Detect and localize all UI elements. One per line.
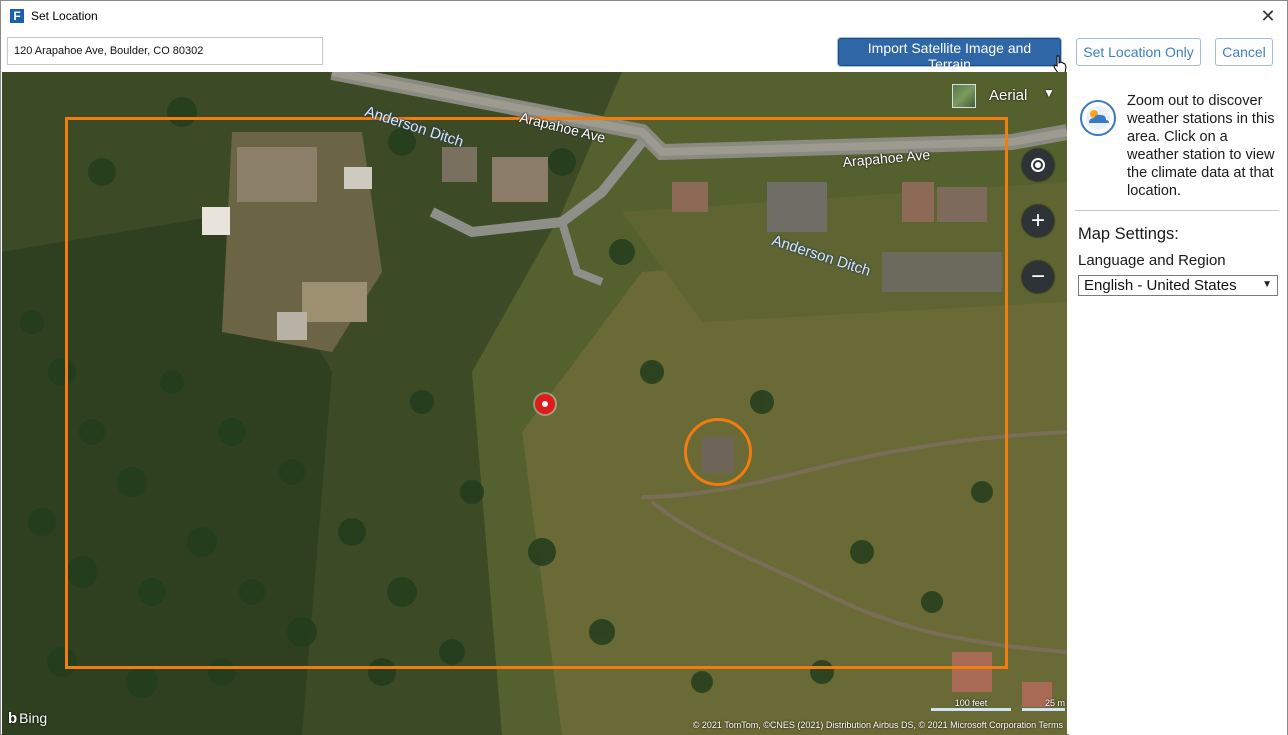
chevron-down-icon: ▼ [1043, 86, 1055, 100]
bing-logo: b Bing [8, 710, 47, 727]
set-location-only-button[interactable]: Set Location Only [1076, 38, 1201, 66]
map-type-label: Aerial [989, 87, 1028, 104]
side-panel: Zoom out to discover weather stations in… [1069, 72, 1287, 735]
divider [1075, 210, 1279, 211]
scale-bar-meters: 25 m [1022, 698, 1065, 711]
aerial-thumbnail-icon [952, 84, 976, 108]
locate-icon [1031, 158, 1045, 172]
location-pin-icon[interactable] [535, 394, 555, 414]
close-icon[interactable]: ✕ [1255, 4, 1281, 28]
language-region-label: Language and Region [1078, 252, 1226, 269]
bing-logo-icon: b [8, 710, 18, 727]
map-copyright[interactable]: © 2021 TomTom, ©CNES (2021) Distribution… [693, 720, 1063, 730]
locate-me-button[interactable] [1022, 149, 1054, 181]
zoom-out-button[interactable]: − [1022, 261, 1054, 293]
bing-logo-text: Bing [19, 710, 48, 726]
import-area-rectangle[interactable] [65, 117, 1008, 669]
scale-bar-feet: 100 feet [931, 698, 1011, 711]
chevron-down-icon: ▼ [1262, 279, 1272, 290]
set-location-window: F Set Location ✕ Import Satellite Image … [0, 0, 1288, 735]
weather-info-text: Zoom out to discover weather stations in… [1127, 93, 1275, 199]
map-settings-title: Map Settings: [1078, 225, 1179, 243]
address-input[interactable] [7, 37, 323, 65]
zoom-in-button[interactable]: + [1022, 205, 1054, 237]
map-view[interactable]: Anderson Ditch Arapahoe Ave Arapahoe Ave… [2, 72, 1067, 735]
map-type-selector[interactable]: Aerial ▼ [952, 84, 1058, 110]
weather-station-icon [1080, 100, 1116, 136]
language-region-select[interactable]: English - United States ▼ [1078, 275, 1278, 296]
import-satellite-button[interactable]: Import Satellite Image and Terrain [838, 38, 1061, 72]
location-target-circle [684, 418, 752, 486]
window-title: Set Location [31, 9, 98, 23]
title-bar: F Set Location ✕ [1, 1, 1287, 31]
cancel-button[interactable]: Cancel [1215, 38, 1273, 66]
app-icon: F [10, 9, 24, 23]
language-region-value: English - United States [1084, 277, 1237, 294]
